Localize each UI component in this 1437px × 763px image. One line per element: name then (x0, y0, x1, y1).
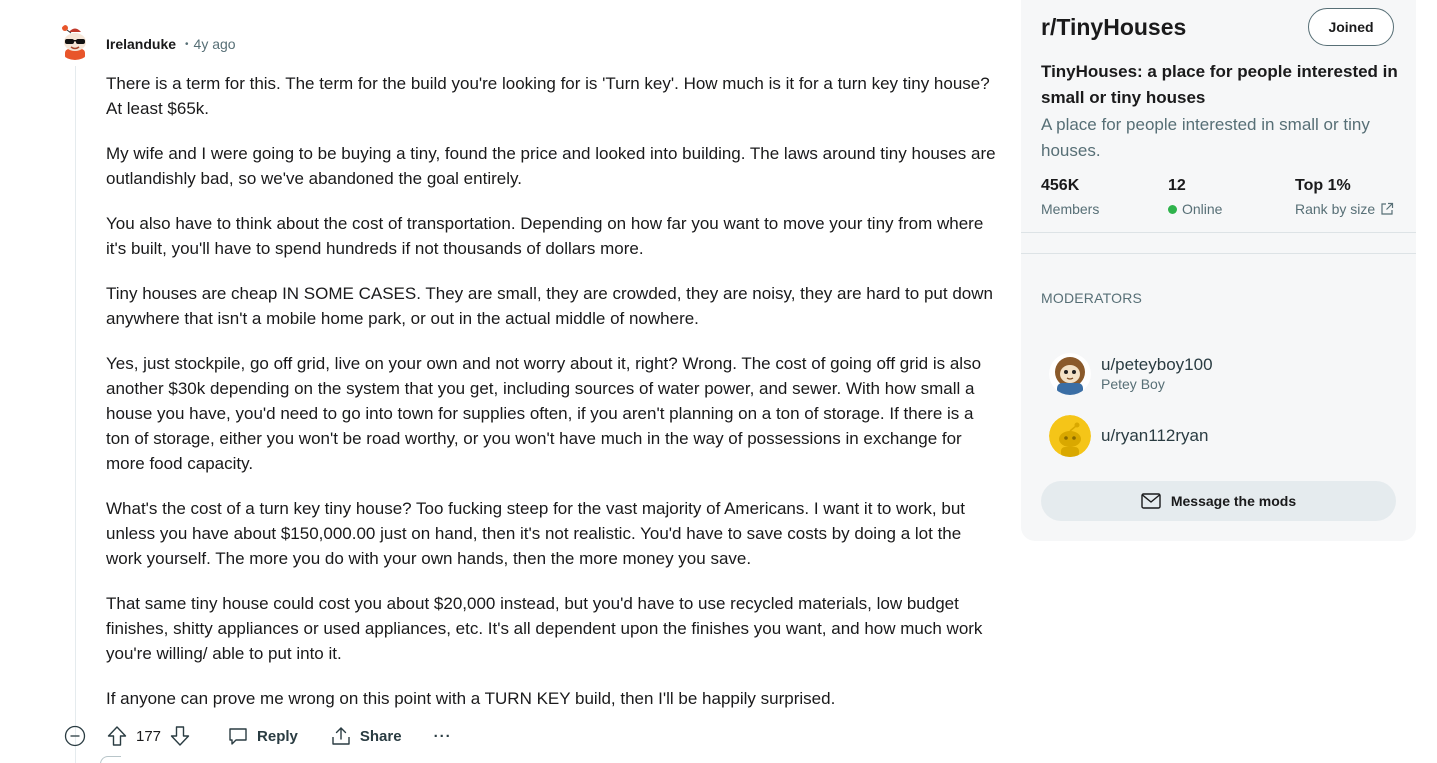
subreddit-sidebar: r/TinyHouses Joined TinyHouses: a place … (1021, 0, 1416, 541)
collapse-button[interactable] (64, 725, 86, 747)
vote-score: 177 (136, 727, 162, 745)
online-label-row: Online (1168, 200, 1222, 218)
comment-paragraph: You also have to think about the cost of… (106, 214, 984, 258)
online-stat: 12 Online (1168, 176, 1222, 218)
user-avatar[interactable] (56, 22, 94, 60)
reply-label: Reply (257, 727, 298, 745)
more-options-button[interactable]: ··· (434, 728, 452, 745)
rank-stat[interactable]: Top 1% Rank by size (1295, 176, 1394, 218)
online-count: 12 (1168, 177, 1186, 194)
upvote-arrow-icon (107, 726, 127, 746)
share-label: Share (359, 727, 402, 745)
moderator-username[interactable]: u/ryan112ryan (1101, 426, 1208, 446)
share-button[interactable]: Share (330, 725, 402, 747)
lion-snoo-avatar-icon (1049, 353, 1091, 395)
collapse-circle-minus-icon (64, 725, 86, 747)
subreddit-title: TinyHouses: a place for people intereste… (1041, 62, 1398, 107)
members-count: 456K (1041, 177, 1080, 194)
envelope-icon (1141, 493, 1161, 509)
external-link-icon (1381, 202, 1394, 215)
comment-paragraph: If anyone can prove me wrong on this poi… (106, 689, 836, 708)
sidebar-divider (1021, 253, 1416, 254)
downvote-arrow-icon (170, 726, 190, 746)
comment-action-bar: 177 Reply Share ··· (64, 722, 452, 750)
rank-label-row: Rank by size (1295, 200, 1394, 218)
moderator-item[interactable]: u/peteyboy100 Petey Boy (1049, 353, 1213, 395)
thread-line[interactable] (75, 66, 76, 763)
meta-separator: • (185, 38, 189, 50)
subreddit-description: A place for people interested in small o… (1041, 115, 1370, 160)
upvote-button[interactable] (106, 725, 128, 747)
subreddit-stats: 456K Members 12 Online Top 1% Rank by si… (1041, 176, 1401, 226)
sidebar-divider (1021, 232, 1416, 233)
reply-button[interactable]: Reply (227, 725, 298, 747)
moderators-heading: MODERATORS (1041, 290, 1143, 306)
comment-bubble-icon (229, 728, 247, 745)
moderator-text: u/ryan112ryan (1101, 426, 1208, 446)
comment-paragraph: My wife and I were going to be buying a … (106, 144, 996, 188)
comment-paragraph: What's the cost of a turn key tiny house… (106, 499, 966, 568)
snoo-avatar-icon (56, 22, 94, 60)
comment-paragraph: There is a term for this. The term for t… (106, 74, 990, 118)
author-name[interactable]: Irelanduke (106, 36, 176, 52)
comment: Irelanduke • 4y ago There is a term for … (0, 0, 1010, 763)
moderator-text: u/peteyboy100 Petey Boy (1101, 355, 1213, 393)
comment-timestamp[interactable]: 4y ago (194, 36, 236, 52)
online-label: Online (1182, 201, 1223, 217)
comment-paragraph: Yes, just stockpile, go off grid, live o… (106, 354, 982, 473)
vote-controls: 177 (106, 725, 191, 747)
members-stat: 456K Members (1041, 176, 1099, 218)
message-mods-label: Message the mods (1170, 493, 1297, 509)
moderator-username[interactable]: u/peteyboy100 (1101, 355, 1213, 375)
comment-paragraph: That same tiny house could cost you abou… (106, 594, 983, 663)
comment-paragraph: Tiny houses are cheap IN SOME CASES. The… (106, 284, 993, 328)
share-icon (332, 727, 350, 745)
online-indicator-icon (1168, 204, 1177, 214)
page: Irelanduke • 4y ago There is a term for … (0, 0, 1437, 763)
moderator-item[interactable]: u/ryan112ryan (1049, 415, 1208, 457)
comment-body: There is a term for this. The term for t… (106, 71, 996, 731)
moderator-avatar (1049, 415, 1091, 457)
rank-value: Top 1% (1295, 177, 1351, 194)
moderator-avatar (1049, 353, 1091, 395)
default-snoo-avatar-icon (1049, 415, 1091, 457)
reply-thread-connector (100, 756, 121, 763)
comment-meta: Irelanduke • 4y ago (106, 34, 236, 54)
downvote-button[interactable] (169, 725, 191, 747)
moderator-flair: Petey Boy (1101, 376, 1165, 392)
members-label: Members (1041, 201, 1100, 217)
joined-button[interactable]: Joined (1308, 8, 1394, 46)
subreddit-name[interactable]: r/TinyHouses (1041, 14, 1186, 41)
rank-label: Rank by size (1295, 201, 1376, 217)
message-mods-button[interactable]: Message the mods (1041, 481, 1396, 521)
